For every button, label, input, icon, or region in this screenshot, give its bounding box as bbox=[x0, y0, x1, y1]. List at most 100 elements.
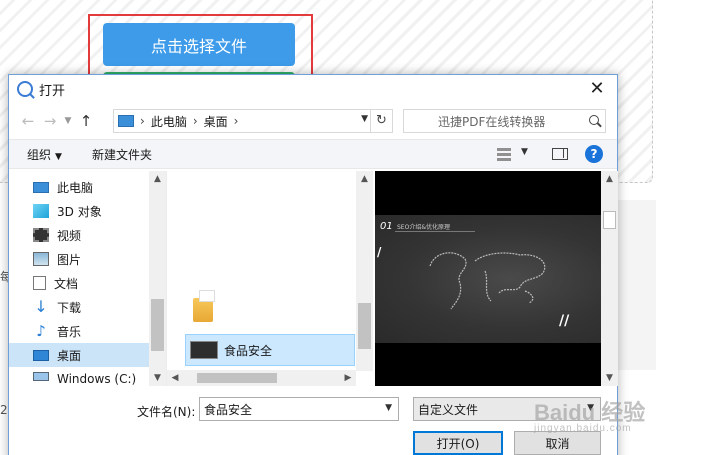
sidebar-item-music[interactable]: ♪ 音乐 bbox=[9, 319, 149, 343]
file-thumbnail-icon bbox=[190, 341, 218, 359]
slide-number: 01 bbox=[380, 221, 393, 232]
picture-icon bbox=[33, 252, 49, 266]
back-arrow-icon[interactable]: ← bbox=[17, 112, 39, 130]
dialog-title: 打开 bbox=[39, 83, 66, 99]
breadcrumb-this-pc[interactable]: 此电脑 bbox=[151, 113, 187, 130]
app-icon bbox=[17, 81, 33, 97]
file-type-value: 自定义文件 bbox=[418, 402, 479, 417]
watermark-subtext: jingyan.baidu.com bbox=[534, 423, 632, 434]
music-icon: ♪ bbox=[36, 322, 46, 340]
search-input[interactable]: 迅捷PDF在线转换器 bbox=[403, 109, 606, 133]
preview-pane-icon[interactable] bbox=[552, 148, 568, 160]
scroll-down-icon[interactable]: ▼ bbox=[149, 370, 166, 386]
sidebar-item-label: 图片 bbox=[57, 252, 82, 267]
navigation-pane: 此电脑 3D 对象 视频 图片 文档 ↓ 下载 ♪ 音乐 桌面 Windows … bbox=[9, 171, 166, 386]
watermark-logo: Baidu 经验 jingyan.baidu.com bbox=[534, 395, 645, 434]
slide-title: SEO介绍&优化原理 bbox=[397, 224, 451, 231]
new-folder-button[interactable]: 新建文件夹 bbox=[92, 146, 152, 163]
chevron-down-icon[interactable]: ▼ bbox=[361, 114, 368, 124]
sidebar-item-documents[interactable]: 文档 bbox=[9, 271, 149, 295]
desktop-icon bbox=[33, 349, 49, 361]
watermark-text: Baidu 经验 bbox=[534, 400, 646, 425]
folder-icon[interactable] bbox=[193, 290, 215, 322]
navigation-bar: ← → ▼ ↑ › 此电脑 › 桌面 › ▼ ↻ 迅捷PDF在线转换器 bbox=[9, 103, 617, 139]
scroll-right-icon[interactable]: ▶ bbox=[340, 370, 356, 386]
chevron-down-icon[interactable]: ▼ bbox=[385, 403, 392, 413]
scroll-up-icon[interactable]: ▲ bbox=[601, 171, 618, 187]
file-list-horizontal-scrollbar[interactable]: ◀ ▶ bbox=[167, 370, 356, 386]
file-list[interactable]: i 食品安全 ▲ ◀ ▶ bbox=[166, 171, 373, 386]
scrollbar-thumb[interactable] bbox=[603, 211, 616, 229]
quote-mark-icon: / bbox=[377, 245, 382, 259]
dialog-body: 此电脑 3D 对象 视频 图片 文档 ↓ 下载 ♪ 音乐 桌面 Windows … bbox=[9, 171, 619, 386]
slide-divider bbox=[395, 231, 475, 232]
filename-field[interactable]: 食品安全 ▼ bbox=[199, 397, 399, 421]
sidebar-item-3d-objects[interactable]: 3D 对象 bbox=[9, 199, 149, 223]
open-file-dialog: 打开 ✕ ← → ▼ ↑ › 此电脑 › 桌面 › ▼ ↻ 迅捷PDF在线转换器… bbox=[8, 74, 618, 455]
sidebar-item-desktop[interactable]: 桌面 bbox=[9, 343, 149, 367]
computer-icon bbox=[33, 181, 49, 193]
scroll-up-icon[interactable]: ▲ bbox=[356, 171, 373, 187]
filename-label: 文件名(N): bbox=[137, 405, 196, 419]
filename-value: 食品安全 bbox=[204, 402, 253, 417]
drive-icon bbox=[33, 372, 49, 381]
recent-locations-icon[interactable]: ▼ bbox=[61, 116, 75, 126]
document-icon bbox=[33, 276, 46, 290]
view-options-icon[interactable] bbox=[497, 148, 511, 161]
file-item[interactable]: 食品安全 bbox=[185, 334, 355, 366]
sidebar-item-label: 视频 bbox=[57, 228, 82, 243]
sidebar-item-label: 3D 对象 bbox=[57, 204, 102, 219]
quote-mark-icon: // bbox=[559, 313, 570, 329]
sidebar-item-label: 文档 bbox=[54, 276, 79, 291]
breadcrumb-separator: › bbox=[192, 114, 198, 128]
up-arrow-icon[interactable]: ↑ bbox=[75, 112, 97, 130]
organize-button[interactable]: 组织 ▼ bbox=[27, 146, 62, 163]
sidebar-item-label: 此电脑 bbox=[57, 180, 94, 195]
sidebar-item-downloads[interactable]: ↓ 下载 bbox=[9, 295, 149, 319]
help-icon[interactable]: ? bbox=[585, 145, 603, 163]
cube-icon bbox=[33, 204, 49, 218]
search-placeholder: 迅捷PDF在线转换器 bbox=[438, 114, 546, 129]
chevron-down-icon[interactable]: ▼ bbox=[521, 147, 528, 157]
computer-icon bbox=[118, 115, 134, 127]
scroll-down-icon[interactable]: ▼ bbox=[601, 370, 618, 386]
breadcrumb-separator[interactable]: › bbox=[234, 114, 239, 128]
close-icon[interactable]: ✕ bbox=[583, 77, 611, 101]
dialog-footer: 文件名(N): 食品安全 ▼ 自定义文件 ▼ 打开(O) 取消 bbox=[9, 391, 619, 455]
navigation-scrollbar[interactable]: ▲ ▼ bbox=[149, 171, 166, 386]
sidebar-item-label: 下载 bbox=[57, 300, 82, 315]
cancel-button[interactable]: 取消 bbox=[514, 431, 601, 455]
sidebar-item-drive-c[interactable]: Windows (C:) bbox=[9, 367, 149, 386]
sidebar-item-videos[interactable]: 视频 bbox=[9, 223, 149, 247]
scrollbar-thumb[interactable] bbox=[151, 299, 164, 351]
dialog-titlebar: 打开 ✕ bbox=[9, 75, 617, 103]
search-icon[interactable] bbox=[589, 115, 599, 125]
world-map-icon bbox=[429, 252, 546, 310]
sidebar-item-label: 桌面 bbox=[57, 348, 82, 363]
scroll-up-icon[interactable]: ▲ bbox=[149, 171, 166, 187]
video-icon bbox=[33, 228, 49, 242]
address-bar[interactable]: › 此电脑 › 桌面 › ▼ ↻ bbox=[113, 109, 393, 133]
sidebar-item-label: 音乐 bbox=[57, 324, 82, 339]
command-toolbar: 组织 ▼ 新建文件夹 ▼ ? bbox=[9, 139, 617, 169]
preview-pane: 01 SEO介绍&优化原理 / // bbox=[375, 171, 601, 386]
breadcrumb-desktop[interactable]: 桌面 bbox=[204, 113, 228, 130]
scrollbar-thumb[interactable] bbox=[358, 303, 371, 349]
preview-scrollbar[interactable]: ▲ ▼ bbox=[601, 171, 618, 386]
breadcrumb-separator: › bbox=[140, 114, 145, 128]
background-panel bbox=[618, 200, 656, 370]
organize-label: 组织 bbox=[27, 147, 52, 162]
scrollbar-thumb[interactable] bbox=[197, 373, 277, 383]
sidebar-item-this-pc[interactable]: 此电脑 bbox=[9, 175, 149, 199]
file-name: 食品安全 bbox=[224, 343, 273, 358]
sidebar-item-pictures[interactable]: 图片 bbox=[9, 247, 149, 271]
scroll-left-icon[interactable]: ◀ bbox=[167, 370, 183, 386]
file-list-vertical-scrollbar[interactable]: ▲ bbox=[356, 171, 373, 371]
open-button[interactable]: 打开(O) bbox=[413, 431, 503, 455]
slide-preview-image: 01 SEO介绍&优化原理 / // bbox=[375, 215, 601, 343]
forward-arrow-icon[interactable]: → bbox=[39, 112, 61, 130]
refresh-icon[interactable]: ↻ bbox=[370, 110, 392, 132]
sidebar-item-label: Windows (C:) bbox=[57, 372, 137, 386]
background-text: 2 bbox=[0, 403, 8, 417]
download-icon: ↓ bbox=[34, 297, 48, 316]
